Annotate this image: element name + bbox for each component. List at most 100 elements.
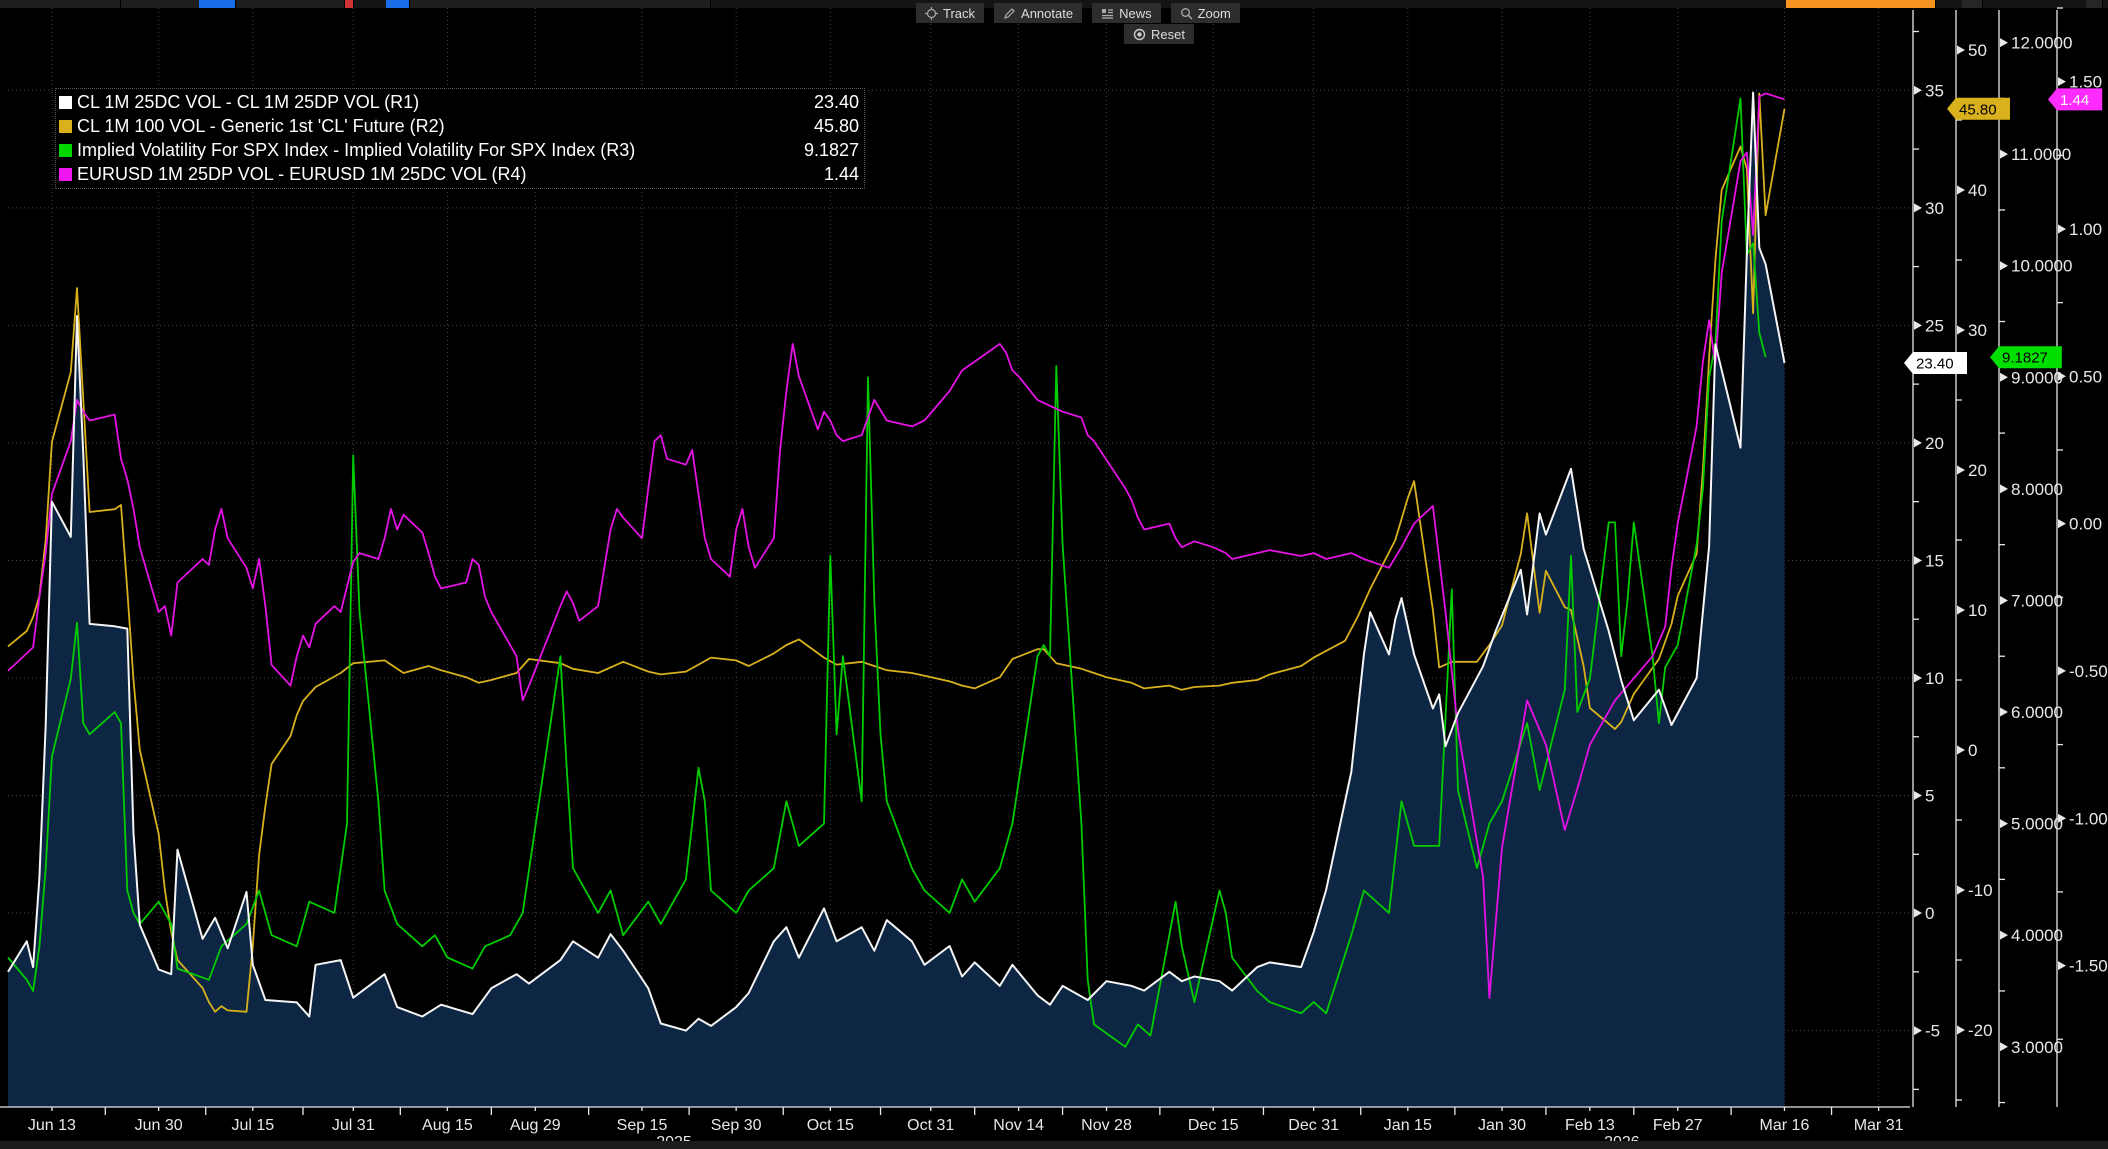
crosshair-icon	[925, 7, 938, 20]
zoom-button-label: Zoom	[1198, 6, 1231, 21]
legend-label: CL 1M 100 VOL - Generic 1st 'CL' Future …	[77, 116, 769, 137]
y-tick-label: 11.0000	[2011, 145, 2071, 164]
legend-row-r2[interactable]: CL 1M 100 VOL - Generic 1st 'CL' Future …	[59, 114, 859, 138]
y-tick-label: 20	[1968, 461, 1987, 480]
y-tick-label: 40	[1968, 181, 1987, 200]
track-button-label: Track	[943, 6, 975, 21]
y-tick-label: 12.0000	[2011, 34, 2072, 53]
svg-text:9.1827: 9.1827	[2002, 350, 2048, 367]
y-tick-label: 35	[1925, 81, 1944, 100]
x-tick-label: Nov 14	[993, 1117, 1044, 1134]
pencil-icon	[1003, 7, 1016, 20]
y-tick-label: 15	[1925, 551, 1944, 570]
x-tick-label: Oct 31	[907, 1117, 954, 1134]
x-tick-label: Oct 15	[807, 1117, 854, 1134]
chart-legend: CL 1M 25DC VOL - CL 1M 25DP VOL (R1) 23.…	[55, 88, 865, 189]
x-tick-label: Jun 30	[135, 1117, 183, 1134]
x-tick-label: Mar 31	[1854, 1117, 1904, 1134]
zoom-button[interactable]: Zoom	[1171, 3, 1240, 23]
bloomberg-chart-window: Jun 13 Jun 30 Jul 15 Jul 31 Aug 15 Aug 29 Sep …	[0, 0, 2108, 1149]
y-tick-label: 5	[1925, 787, 1934, 806]
x-tick-label: Jul 31	[332, 1117, 375, 1134]
legend-label: EURUSD 1M 25DP VOL - EURUSD 1M 25DC VOL …	[77, 164, 769, 185]
x-tick-label: Dec 15	[1188, 1117, 1239, 1134]
x-tick-label: Feb 13	[1565, 1117, 1615, 1134]
y-tick-label: 6.0000	[2011, 703, 2063, 722]
reset-icon	[1133, 28, 1146, 41]
svg-text:45.80: 45.80	[1959, 101, 1997, 118]
y-tick-label: 0.00	[2069, 515, 2102, 534]
x-tick-label: Aug 15	[422, 1117, 473, 1134]
x-tick-label: Jul 15	[231, 1117, 274, 1134]
news-button-label: News	[1119, 6, 1152, 21]
y-tick-label: 10.0000	[2011, 257, 2072, 276]
svg-text:1.44: 1.44	[2060, 92, 2089, 109]
y-tick-label: 9.0000	[2011, 368, 2063, 387]
x-tick-label: Jun 13	[28, 1117, 76, 1134]
series-swatch-green	[59, 144, 72, 157]
last-value-flag-r4: 1.44	[2048, 88, 2102, 110]
legend-value: 45.80	[769, 116, 859, 137]
x-tick-label: Sep 30	[711, 1117, 762, 1134]
annotate-button[interactable]: Annotate	[994, 3, 1082, 23]
news-button[interactable]: News	[1092, 3, 1161, 23]
x-tick-label: Jan 30	[1478, 1117, 1526, 1134]
y-tick-label: 10	[1968, 601, 1987, 620]
last-value-flag-r3: 9.1827	[1990, 346, 2062, 368]
y-tick-label: -1.00	[2069, 809, 2108, 828]
y-tick-label: 4.0000	[2011, 926, 2063, 945]
y-tick-label: 30	[1968, 321, 1987, 340]
track-button[interactable]: Track	[916, 3, 984, 23]
y-tick-label: -5	[1925, 1022, 1940, 1041]
legend-row-r3[interactable]: Implied Volatility For SPX Index - Impli…	[59, 138, 859, 162]
series-swatch-white	[59, 96, 72, 109]
y-tick-label: 25	[1925, 316, 1944, 335]
x-tick-label: Feb 27	[1653, 1117, 1703, 1134]
series-swatch-magenta	[59, 168, 72, 181]
x-tick-label: Sep 15	[617, 1117, 668, 1134]
y-tick-label: 20	[1925, 434, 1944, 453]
x-tick-label: Jan 15	[1384, 1117, 1432, 1134]
legend-value: 23.40	[769, 92, 859, 113]
series-swatch-amber	[59, 120, 72, 133]
y-tick-label: -10	[1968, 881, 1993, 900]
y-axis-r1: 35 30 25 20 15 10 5 0 -5	[1913, 10, 1944, 1107]
legend-value: 1.44	[769, 164, 859, 185]
y-tick-label: 10	[1925, 669, 1944, 688]
y-tick-label: 30	[1925, 199, 1944, 218]
y-tick-label: 5.0000	[2011, 815, 2063, 834]
y-tick-label: 0	[1925, 904, 1934, 923]
x-tick-label: Dec 31	[1288, 1117, 1339, 1134]
x-tick-label: Nov 28	[1081, 1117, 1132, 1134]
legend-label: CL 1M 25DC VOL - CL 1M 25DP VOL (R1)	[77, 92, 769, 113]
chart-toolbar: Track Annotate News Zoom	[916, 3, 1240, 23]
y-tick-label: 7.0000	[2011, 591, 2063, 610]
y-tick-label: 0	[1968, 741, 1977, 760]
y-axis-r3: 12.0000 11.0000 10.0000 9.0000 8.0000 7.0000 6…	[1999, 10, 2072, 1107]
legend-row-r4[interactable]: EURUSD 1M 25DP VOL - EURUSD 1M 25DC VOL …	[59, 162, 859, 186]
y-axis-r2: 50 40 30 20 10 0 -10 -20	[1956, 10, 1993, 1107]
y-axis-r4: 1.501.000.500.00-0.50-1.00-1.50	[2057, 8, 2108, 1107]
legend-value: 9.1827	[769, 140, 859, 161]
last-value-flag-r2: 45.80	[1947, 98, 2010, 120]
annotate-button-label: Annotate	[1021, 6, 1073, 21]
y-tick-label: -0.50	[2069, 662, 2108, 681]
y-tick-label: 0.50	[2069, 367, 2102, 386]
y-tick-label: -20	[1968, 1021, 1993, 1040]
x-tick-label: Mar 16	[1760, 1117, 1810, 1134]
reset-button-label: Reset	[1151, 27, 1185, 42]
magnifier-icon	[1180, 7, 1193, 20]
y-tick-label: 8.0000	[2011, 480, 2063, 499]
x-tick-label: Aug 29	[510, 1117, 561, 1134]
bottom-edge-strip	[0, 1141, 2108, 1149]
y-tick-label: 50	[1968, 41, 1987, 60]
y-tick-label: 3.0000	[2011, 1038, 2063, 1057]
y-tick-label: -1.50	[2069, 957, 2108, 976]
news-icon	[1101, 7, 1114, 20]
white-series-area	[8, 93, 1785, 1107]
y-tick-label: 1.00	[2069, 220, 2102, 239]
reset-button[interactable]: Reset	[1124, 24, 1194, 44]
legend-label: Implied Volatility For SPX Index - Impli…	[77, 140, 769, 161]
last-value-flag-r1: 23.40	[1904, 352, 1967, 374]
legend-row-r1[interactable]: CL 1M 25DC VOL - CL 1M 25DP VOL (R1) 23.…	[59, 90, 859, 114]
